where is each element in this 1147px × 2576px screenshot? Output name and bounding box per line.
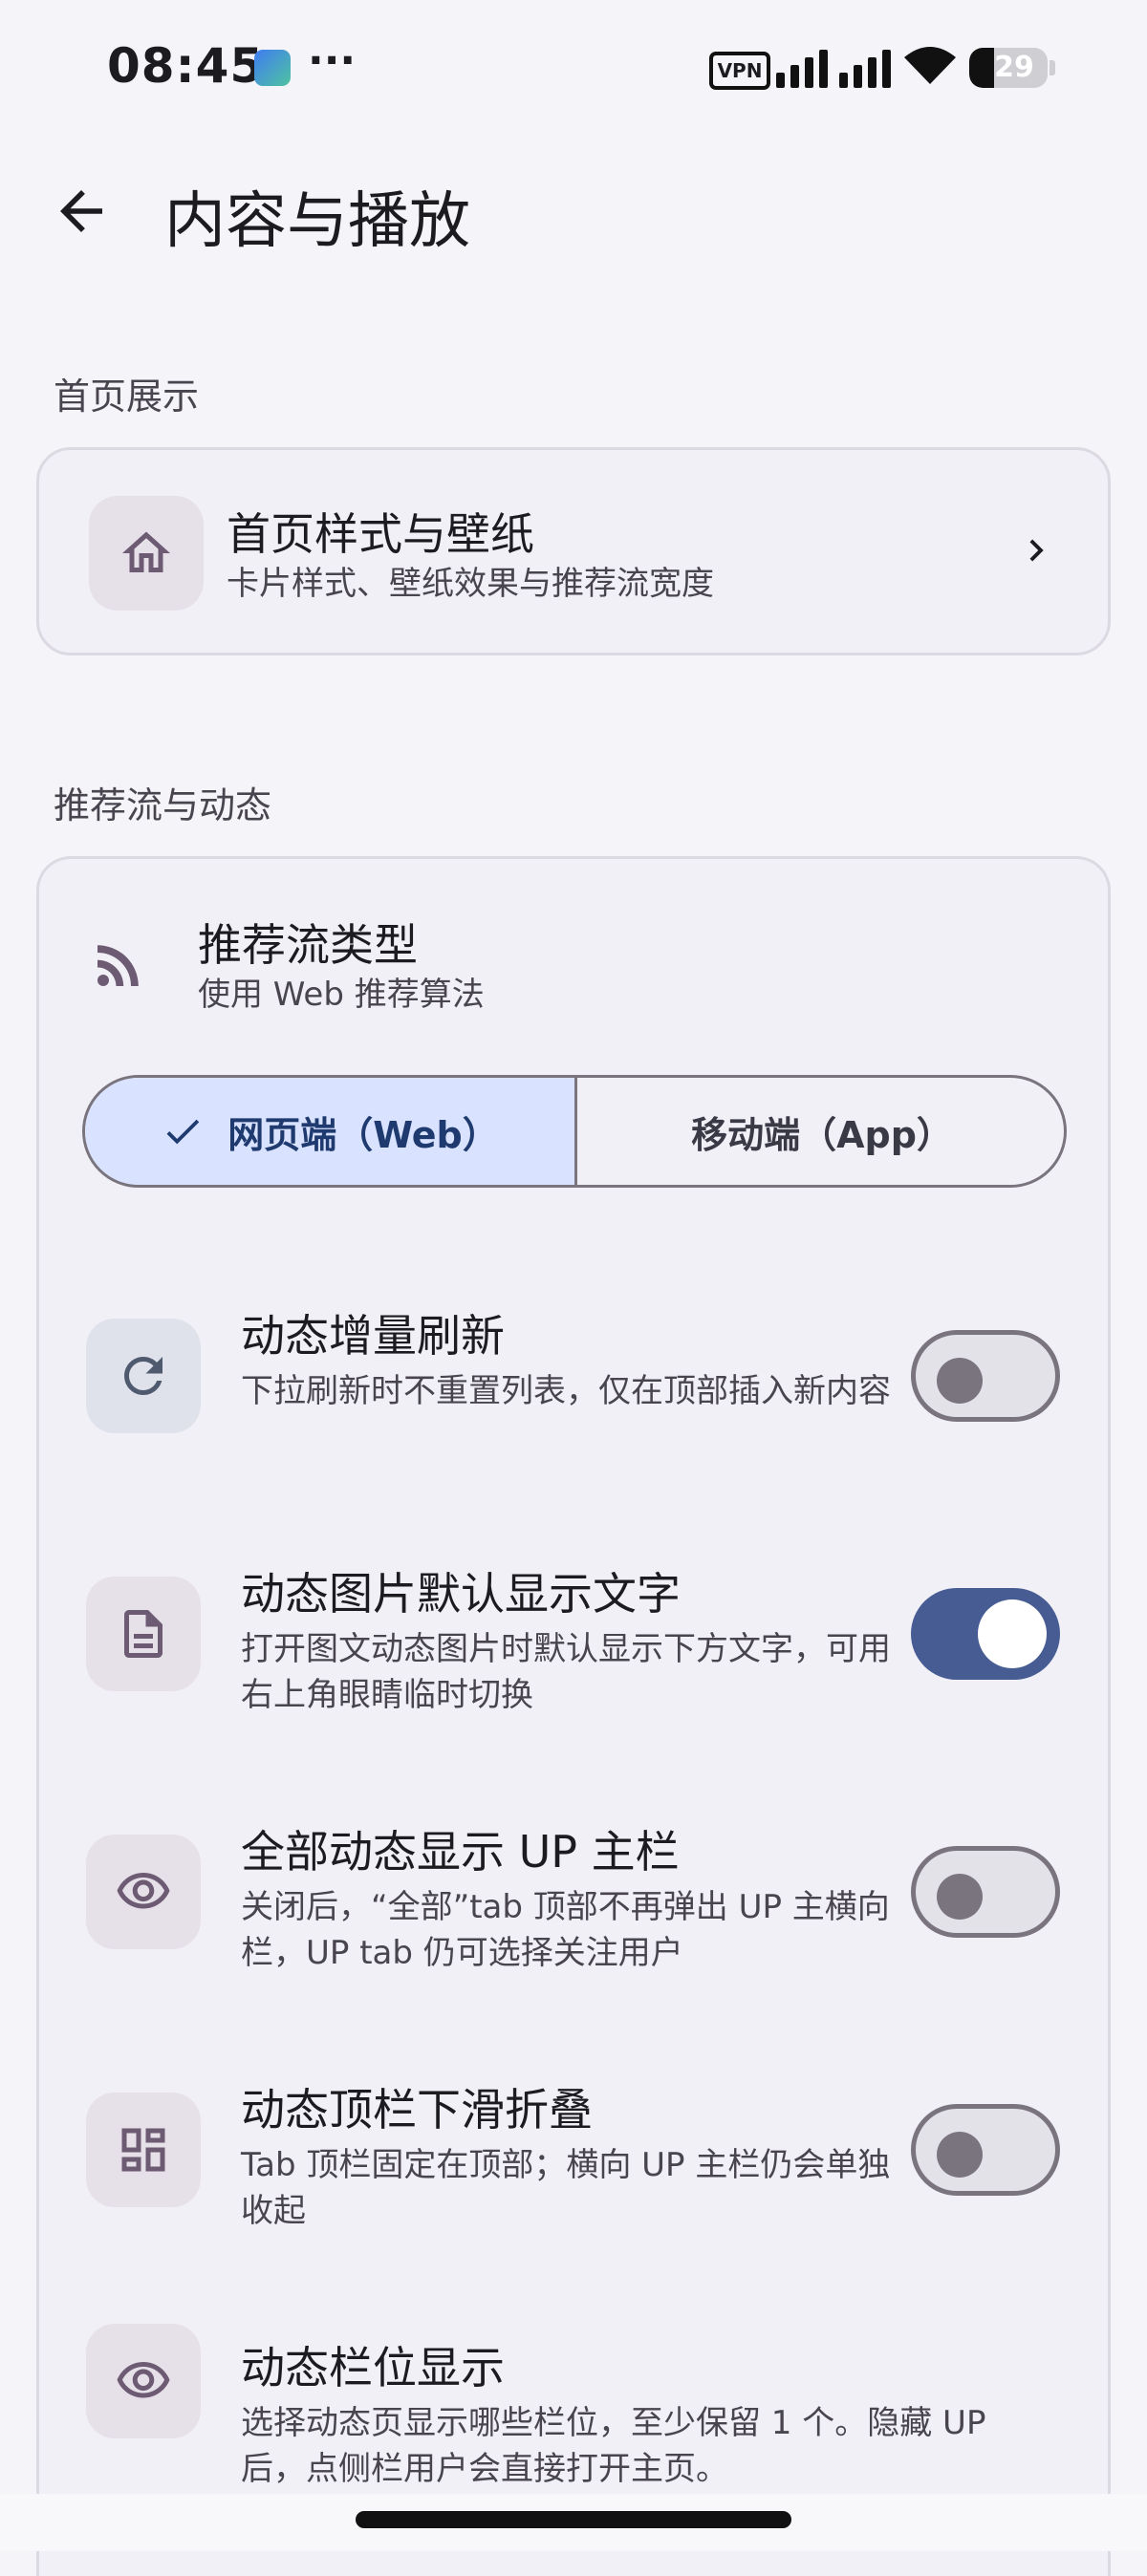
segment-app-label: 移动端（App） <box>691 1113 953 1156</box>
rss-icon <box>97 945 139 986</box>
eye-icon <box>117 2362 170 2398</box>
up-bar-title: 全部动态显示 UP 主栏 <box>241 1826 680 1878</box>
eye-icon <box>117 1873 170 1909</box>
dashboard-icon <box>121 2128 165 2172</box>
home-style-desc: 卡片样式、壁纸效果与推荐流宽度 <box>227 565 714 603</box>
up-bar-desc: 关闭后，“全部”tab 顶部不再弹出 UP 主横向栏，UP tab 仍可选择关注… <box>241 1888 890 1972</box>
section-label-feed: 推荐流与动态 <box>54 784 272 826</box>
incremental-refresh-title: 动态增量刷新 <box>241 1310 505 1362</box>
feed-type-desc: 使用 Web 推荐算法 <box>198 976 485 1014</box>
image-text-switch[interactable] <box>911 1588 1060 1680</box>
notification-app-icon <box>254 50 291 86</box>
refresh-icon-box <box>86 1319 201 1433</box>
status-time: 08:45 <box>107 38 265 94</box>
more-notifications-icon: ··· <box>308 36 357 85</box>
vpn-icon: VPN <box>709 52 770 90</box>
refresh-icon <box>124 1357 162 1395</box>
image-text-desc: 打开图文动态图片时默认显示下方文字，可用右上角眼睛临时切换 <box>241 1630 891 1714</box>
battery-icon: 29 <box>969 48 1048 88</box>
up-bar-switch[interactable] <box>911 1846 1060 1938</box>
column-display-desc: 选择动态页显示哪些栏位，至少保留 1 个。隐藏 UP 后，点侧栏用户会直接打开主… <box>241 2404 986 2488</box>
home-style-card[interactable]: 首页样式与壁纸 卡片样式、壁纸效果与推荐流宽度 <box>36 447 1111 655</box>
column-display-title[interactable]: 动态栏位显示 <box>241 2333 505 2396</box>
home-indicator[interactable] <box>356 2511 791 2528</box>
signal-icon <box>776 50 891 88</box>
dashboard-icon-box <box>86 2093 201 2207</box>
chevron-right-icon <box>1029 539 1044 562</box>
feed-type-segmented: 网页端（Web） 移动端（App） <box>82 1075 1067 1188</box>
home-icon <box>122 531 170 572</box>
back-arrow-icon[interactable] <box>50 180 113 243</box>
home-icon-box <box>89 496 204 611</box>
status-bar: 08:45 ··· VPN 29 <box>0 0 1147 143</box>
incremental-refresh-switch[interactable] <box>911 1330 1060 1422</box>
segment-web-label: 网页端（Web） <box>227 1113 499 1156</box>
collapse-header-switch[interactable] <box>911 2104 1060 2196</box>
check-icon <box>166 1119 200 1145</box>
article-icon-box <box>86 1577 201 1691</box>
eye-icon-box-2 <box>86 2324 201 2438</box>
home-style-title: 首页样式与壁纸 <box>227 508 534 560</box>
section-label-home: 首页展示 <box>54 376 200 418</box>
image-text-title: 动态图片默认显示文字 <box>241 1568 681 1620</box>
wifi-icon <box>904 47 956 84</box>
collapse-header-title: 动态顶栏下滑折叠 <box>241 2084 593 2136</box>
article-icon <box>124 1610 162 1658</box>
incremental-refresh-desc: 下拉刷新时不重置列表，仅在顶部插入新内容 <box>241 1372 891 1410</box>
page-title: 内容与播放 <box>164 186 470 257</box>
segment-app[interactable]: 移动端（App） <box>577 1078 1064 1185</box>
eye-icon-box <box>86 1835 201 1949</box>
segment-web[interactable]: 网页端（Web） <box>85 1078 577 1185</box>
feed-type-title: 推荐流类型 <box>198 919 418 971</box>
battery-level: 29 <box>994 51 1034 84</box>
collapse-header-desc: Tab 顶栏固定在顶部；横向 UP 主栏仍会单独收起 <box>241 2146 891 2230</box>
